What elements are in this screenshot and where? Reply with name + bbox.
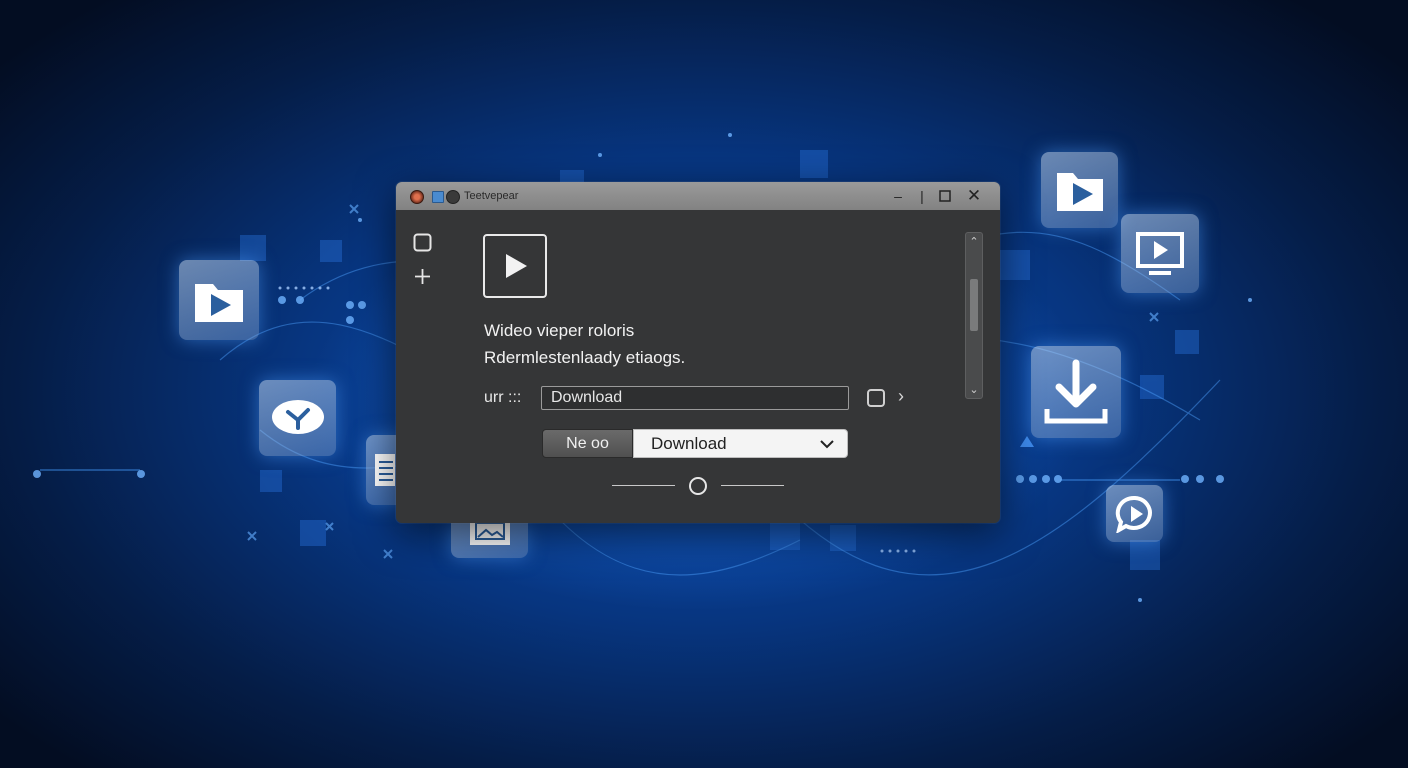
slider-track-left[interactable]: [612, 485, 675, 486]
chevron-down-icon: [820, 440, 834, 449]
download-select-value: Download: [651, 434, 727, 453]
square-icon[interactable]: [413, 233, 432, 257]
page-heading: Wideo vieper roloris: [484, 321, 635, 340]
vertical-scrollbar[interactable]: ⌃ ⌄: [965, 232, 983, 399]
ne-button[interactable]: Ne oo: [542, 429, 633, 458]
page-subheading: Rdermlestenlaady etiaogs.: [484, 348, 686, 367]
download-icon: [1031, 346, 1121, 438]
scroll-down-icon[interactable]: ⌄: [966, 383, 982, 396]
pin-icon[interactable]: |: [912, 186, 932, 206]
video-folder-icon: [179, 260, 259, 340]
slider-knob[interactable]: [689, 477, 707, 495]
plus-icon[interactable]: [414, 268, 431, 290]
chevron-right-icon[interactable]: ›: [898, 386, 904, 407]
maximize-button[interactable]: [935, 186, 955, 206]
option-checkbox[interactable]: [867, 389, 885, 407]
app-window: Teetvepear – | ✕ Wideo vieper roloris Rd…: [396, 182, 1000, 523]
title-bar[interactable]: Teetvepear – | ✕: [396, 182, 1000, 210]
close-button[interactable]: ✕: [964, 186, 984, 206]
settings-icon[interactable]: [446, 190, 460, 204]
monitor-play-icon: [1121, 214, 1199, 293]
play-button[interactable]: [483, 234, 547, 298]
chat-bubble-icon: [259, 380, 336, 456]
url-label: urr :::: [484, 389, 522, 406]
chat-play-icon: [1106, 485, 1163, 542]
close-dot-icon[interactable]: [410, 190, 424, 204]
download-select[interactable]: Download: [633, 429, 848, 458]
image-icon: [451, 523, 528, 558]
app-icon: [432, 191, 444, 203]
slider-track-right[interactable]: [721, 485, 784, 486]
minimize-button[interactable]: –: [888, 186, 908, 206]
video-folder-icon: [1041, 152, 1118, 228]
scroll-thumb[interactable]: [970, 279, 978, 331]
window-title: Teetvepear: [464, 190, 519, 202]
url-input[interactable]: [541, 386, 849, 410]
scroll-up-icon[interactable]: ⌃: [966, 235, 982, 248]
play-icon: [506, 254, 527, 278]
